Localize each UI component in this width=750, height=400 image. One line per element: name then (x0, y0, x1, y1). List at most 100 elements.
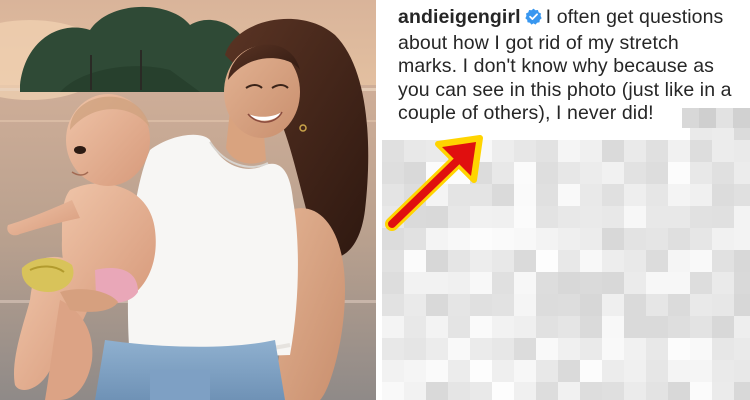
post-photo (0, 0, 376, 400)
mosaic-block (514, 162, 536, 184)
mosaic-block (624, 338, 646, 360)
mosaic-block (514, 228, 536, 250)
mosaic-block (514, 294, 536, 316)
mosaic-block (426, 272, 448, 294)
mosaic-block (448, 294, 470, 316)
mosaic-block (492, 294, 514, 316)
mosaic-block (382, 360, 404, 382)
mosaic-block (712, 382, 734, 400)
mosaic-block (712, 338, 734, 360)
mosaic-block (646, 162, 668, 184)
mosaic-block (690, 294, 712, 316)
mosaic-block (734, 206, 750, 228)
mosaic-block (668, 250, 690, 272)
mosaic-block (602, 162, 624, 184)
mosaic-block (712, 360, 734, 382)
mosaic-block (668, 360, 690, 382)
mosaic-block (668, 206, 690, 228)
mosaic-block (558, 338, 580, 360)
mosaic-block (514, 140, 536, 162)
mosaic-block (536, 382, 558, 400)
mosaic-block (668, 272, 690, 294)
mosaic-block (690, 382, 712, 400)
mosaic-block (448, 250, 470, 272)
mosaic-block (382, 382, 404, 400)
mosaic-block (734, 316, 750, 338)
mosaic-block (646, 228, 668, 250)
mosaic-block (646, 184, 668, 206)
mosaic-block (404, 250, 426, 272)
mosaic-block (690, 272, 712, 294)
mosaic-block (690, 184, 712, 206)
mosaic-block (536, 206, 558, 228)
mosaic-block (404, 382, 426, 400)
mosaic-block (690, 206, 712, 228)
mosaic-block (536, 316, 558, 338)
red-arrow-icon (385, 135, 483, 231)
mosaic-block (668, 338, 690, 360)
mosaic-block (712, 206, 734, 228)
mosaic-block (580, 360, 602, 382)
mosaic-block (712, 316, 734, 338)
mosaic-block (514, 360, 536, 382)
mosaic-block (668, 316, 690, 338)
mosaic-block (646, 140, 668, 162)
mosaic-block (734, 250, 750, 272)
mosaic-block (580, 250, 602, 272)
mosaic-block (514, 250, 536, 272)
mosaic-block (602, 140, 624, 162)
username-link[interactable]: andieigengirl (398, 6, 521, 28)
mosaic-block (712, 162, 734, 184)
mosaic-block (580, 294, 602, 316)
mosaic-block (734, 162, 750, 184)
mosaic-block (536, 294, 558, 316)
mosaic-block (536, 228, 558, 250)
mosaic-block (624, 228, 646, 250)
mosaic-block (734, 272, 750, 294)
mosaic-block (536, 184, 558, 206)
mosaic-block (514, 382, 536, 400)
mosaic-block (448, 382, 470, 400)
mosaic-block (580, 228, 602, 250)
mosaic-block (734, 140, 750, 162)
mosaic-block (712, 228, 734, 250)
mosaic-block (470, 250, 492, 272)
mosaic-block (580, 338, 602, 360)
mosaic-block (470, 272, 492, 294)
mosaic-block (624, 294, 646, 316)
mosaic-block (580, 382, 602, 400)
mosaic-block (492, 382, 514, 400)
mosaic-block (690, 140, 712, 162)
mosaic-block (690, 162, 712, 184)
mosaic-block (602, 360, 624, 382)
mosaic-block (734, 294, 750, 316)
mosaic-block (404, 294, 426, 316)
mosaic-block (580, 162, 602, 184)
mosaic-block (492, 316, 514, 338)
mosaic-block (580, 272, 602, 294)
mosaic-block (624, 316, 646, 338)
mosaic-block (382, 294, 404, 316)
mosaic-block (470, 316, 492, 338)
mosaic-block (492, 250, 514, 272)
mosaic-block (646, 360, 668, 382)
mosaic-block (558, 140, 580, 162)
mosaic-block (426, 360, 448, 382)
mosaic-block (536, 250, 558, 272)
mosaic-block (624, 140, 646, 162)
post-caption: andieigengirl I often get questions about… (398, 6, 743, 126)
mosaic-block (668, 184, 690, 206)
mosaic-block (426, 316, 448, 338)
mosaic-block (470, 382, 492, 400)
mosaic-block (580, 206, 602, 228)
mosaic-block (492, 360, 514, 382)
mosaic-block (734, 382, 750, 400)
mosaic-block (602, 294, 624, 316)
mosaic-block (580, 184, 602, 206)
mosaic-block (448, 360, 470, 382)
mosaic-block (404, 338, 426, 360)
mosaic-block (624, 184, 646, 206)
mosaic-block (690, 228, 712, 250)
mosaic-block (602, 250, 624, 272)
mosaic-block (580, 140, 602, 162)
